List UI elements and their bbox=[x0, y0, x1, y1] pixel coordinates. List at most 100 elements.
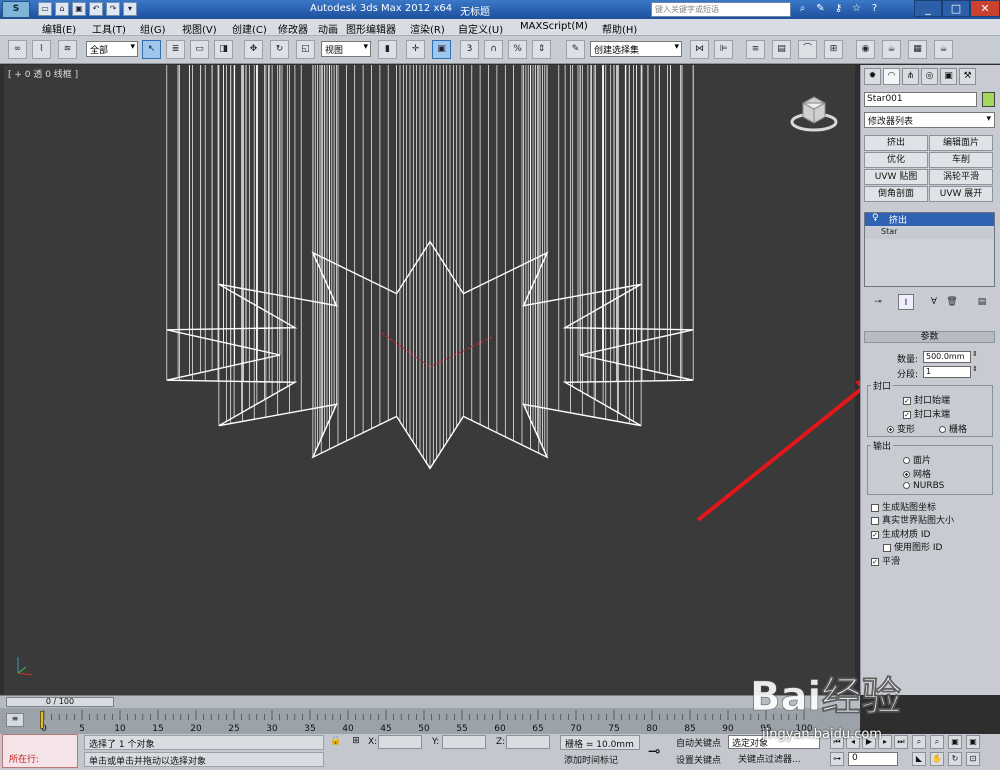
pan-icon[interactable]: ✋ bbox=[930, 752, 944, 766]
maxscript-listener[interactable]: 所在行: bbox=[2, 734, 78, 768]
make-unique-icon[interactable]: ∀ bbox=[926, 294, 942, 310]
z-coord-field[interactable] bbox=[506, 735, 550, 749]
real-world-checkbox[interactable]: 真实世界贴图大小 bbox=[871, 513, 954, 526]
time-slider[interactable]: 0 / 100 bbox=[6, 697, 114, 707]
minimize-button[interactable]: _ bbox=[914, 0, 942, 17]
keyboard-shortcut-override-icon[interactable]: ▣ bbox=[432, 40, 451, 59]
wrench-icon[interactable]: ✎ bbox=[813, 2, 828, 16]
orbit-icon[interactable]: ↻ bbox=[948, 752, 962, 766]
create-tab-icon[interactable]: ✹ bbox=[864, 68, 881, 85]
modifier-button-unwrap-uvw[interactable]: UVW 展开 bbox=[929, 186, 993, 202]
use-shape-id-checkbox[interactable]: 使用图形 ID bbox=[883, 540, 942, 553]
pin-stack-icon[interactable]: ⊸ bbox=[870, 294, 886, 310]
mini-curve-editor-icon[interactable]: ≡ bbox=[6, 713, 24, 727]
smooth-checkbox[interactable]: ✓ 平滑 bbox=[871, 554, 900, 567]
segments-spinner[interactable]: 1 bbox=[923, 366, 971, 378]
stack-item-extrude[interactable]: ♀ 挤出 bbox=[865, 213, 994, 226]
select-scale-icon[interactable]: ◱ bbox=[296, 40, 315, 59]
morph-radio[interactable]: 变形 bbox=[887, 422, 915, 435]
configure-sets-icon[interactable]: ▤ bbox=[974, 294, 990, 310]
key-icon[interactable]: ⚷ bbox=[831, 2, 846, 16]
rendered-frame-icon[interactable]: ▦ bbox=[908, 40, 927, 59]
bind-space-warp-icon[interactable]: ≋ bbox=[58, 40, 77, 59]
output-mesh-radio[interactable]: 网格 bbox=[903, 467, 931, 480]
menu-maxscript[interactable]: MAXScript(M) bbox=[520, 21, 588, 32]
lock-icon[interactable]: 🔒 bbox=[330, 736, 342, 748]
link-icon[interactable]: ∞ bbox=[8, 40, 27, 59]
time-slider-bar[interactable]: 0 / 100 bbox=[0, 695, 860, 708]
menu-modifiers[interactable]: 修改器 bbox=[278, 21, 308, 36]
add-time-tag-button[interactable]: 添加时间标记 bbox=[560, 752, 640, 767]
binoculars-icon[interactable]: ⌕ bbox=[795, 2, 810, 16]
menu-animation[interactable]: 动画 bbox=[318, 21, 338, 36]
remove-modifier-icon[interactable]: 🗑 bbox=[944, 294, 960, 310]
new-file-icon[interactable]: ▭ bbox=[38, 2, 52, 16]
set-key-button[interactable]: 设置关键点 bbox=[676, 753, 721, 766]
select-by-name-icon[interactable]: ≣ bbox=[166, 40, 185, 59]
modifier-button-bevel-profile[interactable]: 倒角剖面 bbox=[864, 186, 928, 202]
curve-editor-icon[interactable]: ⌒ bbox=[798, 40, 817, 59]
parameters-rollout-header[interactable]: 参数 bbox=[864, 331, 995, 343]
selection-filter-dropdown[interactable]: 全部 bbox=[86, 41, 138, 57]
viewport-label[interactable]: [ + 0 透 0 线框 ] bbox=[8, 67, 78, 80]
snaps-toggle-icon[interactable]: 3 bbox=[460, 40, 479, 59]
motion-tab-icon[interactable]: ◎ bbox=[921, 68, 938, 85]
menu-create[interactable]: 创建(C) bbox=[232, 21, 267, 36]
material-editor-icon[interactable]: ◉ bbox=[856, 40, 875, 59]
redo-icon[interactable]: ↷ bbox=[106, 2, 120, 16]
menu-graph-editors[interactable]: 图形编辑器 bbox=[346, 21, 396, 36]
angle-snap-icon[interactable]: ∩ bbox=[484, 40, 503, 59]
modifier-button-optimize[interactable]: 优化 bbox=[864, 152, 928, 168]
amount-spinner-arrows-icon[interactable]: ⇕ bbox=[972, 350, 978, 358]
select-rotate-icon[interactable]: ↻ bbox=[270, 40, 289, 59]
current-frame-marker[interactable] bbox=[40, 711, 44, 729]
output-nurbs-radio[interactable]: NURBS bbox=[903, 481, 944, 491]
modifier-button-uvw-map[interactable]: UVW 贴图 bbox=[864, 169, 928, 185]
absolute-mode-icon[interactable]: ⊞ bbox=[350, 736, 362, 748]
gen-mat-id-checkbox[interactable]: ✓ 生成材质 ID bbox=[871, 527, 930, 540]
modifier-button-lathe[interactable]: 车削 bbox=[929, 152, 993, 168]
menu-tools[interactable]: 工具(T) bbox=[92, 21, 126, 36]
menu-rendering[interactable]: 渲染(R) bbox=[410, 21, 445, 36]
lightbulb-icon[interactable]: ♀ bbox=[872, 213, 879, 223]
unlink-icon[interactable]: ⌇ bbox=[32, 40, 51, 59]
stack-item-star[interactable]: Star bbox=[865, 227, 994, 239]
modifier-button-extrude[interactable]: 挤出 bbox=[864, 135, 928, 151]
amount-spinner[interactable]: 500.0mm bbox=[923, 351, 971, 363]
menu-views[interactable]: 视图(V) bbox=[182, 21, 217, 36]
set-key-icon[interactable]: ⊸ bbox=[648, 742, 661, 760]
gen-map-coords-checkbox[interactable]: 生成贴图坐标 bbox=[871, 500, 936, 513]
modifier-button-edit-patch[interactable]: 编辑面片 bbox=[929, 135, 993, 151]
field-of-view-icon[interactable]: ◣ bbox=[912, 752, 926, 766]
object-name-input[interactable]: Star001 bbox=[864, 92, 977, 107]
menu-edit[interactable]: 编辑(E) bbox=[42, 21, 76, 36]
current-frame-input[interactable]: 0 bbox=[848, 752, 898, 766]
graphite-ribbon-icon[interactable]: ▤ bbox=[772, 40, 791, 59]
show-end-result-icon[interactable]: I bbox=[898, 294, 914, 310]
maximize-viewport-icon[interactable]: ⊡ bbox=[966, 752, 980, 766]
x-coord-field[interactable] bbox=[378, 735, 422, 749]
named-selection-dropdown[interactable]: 创建选择集 bbox=[590, 41, 682, 57]
qat-more-icon[interactable]: ▾ bbox=[123, 2, 137, 16]
y-coord-field[interactable] bbox=[442, 735, 486, 749]
percent-snap-icon[interactable]: % bbox=[508, 40, 527, 59]
pivot-center-icon[interactable]: ▮ bbox=[378, 40, 397, 59]
output-patch-radio[interactable]: 面片 bbox=[903, 453, 931, 466]
modifier-list-dropdown[interactable]: 修改器列表 bbox=[864, 112, 995, 128]
object-color-swatch[interactable] bbox=[982, 92, 995, 107]
help-icon[interactable]: ? bbox=[867, 2, 882, 16]
undo-icon[interactable]: ↶ bbox=[89, 2, 103, 16]
app-logo-icon[interactable]: S bbox=[2, 1, 30, 18]
close-button[interactable]: ✕ bbox=[970, 0, 1000, 17]
modifier-button-turbosmooth[interactable]: 涡轮平滑 bbox=[929, 169, 993, 185]
mirror-icon[interactable]: ⋈ bbox=[690, 40, 709, 59]
select-manipulate-icon[interactable]: ✛ bbox=[406, 40, 425, 59]
open-file-icon[interactable]: ⌂ bbox=[55, 2, 69, 16]
menu-group[interactable]: 组(G) bbox=[140, 21, 166, 36]
menu-help[interactable]: 帮助(H) bbox=[602, 21, 637, 36]
select-move-icon[interactable]: ✥ bbox=[244, 40, 263, 59]
hierarchy-tab-icon[interactable]: ⋔ bbox=[902, 68, 919, 85]
auto-key-button[interactable]: 自动关键点 bbox=[676, 736, 721, 749]
help-search-input[interactable]: 键入关键字或短语 bbox=[651, 2, 791, 17]
spinner-snap-icon[interactable]: ⇕ bbox=[532, 40, 551, 59]
